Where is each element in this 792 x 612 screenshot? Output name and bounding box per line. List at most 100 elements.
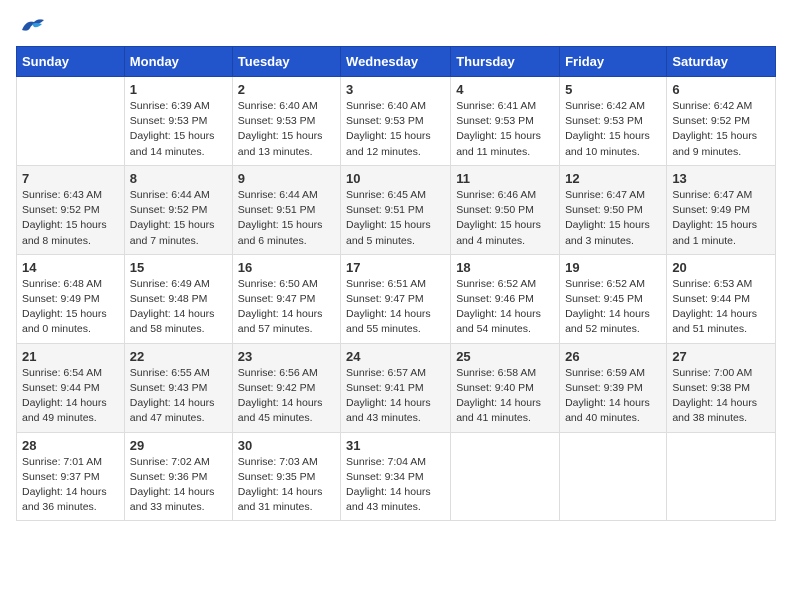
calendar-cell: 8 Sunrise: 6:44 AMSunset: 9:52 PMDaylight…: [124, 165, 232, 254]
day-of-week-friday: Friday: [560, 47, 667, 77]
days-of-week-row: SundayMondayTuesdayWednesdayThursdayFrid…: [17, 47, 776, 77]
day-number: 20: [672, 260, 770, 275]
calendar-cell: [451, 432, 560, 521]
day-number: 2: [238, 82, 335, 97]
calendar-body: 1Sunrise: 6:39 AMSunset: 9:53 PMDaylight…: [17, 77, 776, 521]
day-number: 4: [456, 82, 554, 97]
week-row-3: 14Sunrise: 6:48 AMSunset: 9:49 PMDayligh…: [17, 254, 776, 343]
week-row-5: 28 Sunrise: 7:01 AMSunset: 9:37 PMDayligh…: [17, 432, 776, 521]
day-info: Sunrise: 6:43 AMSunset: 9:52 PMDaylight:…: [22, 188, 119, 249]
calendar-cell: [560, 432, 667, 521]
week-row-1: 1Sunrise: 6:39 AMSunset: 9:53 PMDaylight…: [17, 77, 776, 166]
day-number: 12: [565, 171, 661, 186]
day-info: Sunrise: 6:47 AMSunset: 9:49 PMDaylight:…: [672, 188, 770, 249]
day-info: Sunrise: 6:45 AMSunset: 9:51 PMDaylight:…: [346, 188, 445, 249]
day-number: 8: [130, 171, 227, 186]
day-info: Sunrise: 6:49 AMSunset: 9:48 PMDaylight:…: [130, 277, 227, 338]
day-of-week-wednesday: Wednesday: [341, 47, 451, 77]
calendar-cell: 28 Sunrise: 7:01 AMSunset: 9:37 PMDayligh…: [17, 432, 125, 521]
calendar-cell: 18 Sunrise: 6:52 AMSunset: 9:46 PMDayligh…: [451, 254, 560, 343]
page-header: [16, 16, 776, 38]
day-number: 11: [456, 171, 554, 186]
day-of-week-tuesday: Tuesday: [232, 47, 340, 77]
day-info: Sunrise: 6:59 AMSunset: 9:39 PMDaylight:…: [565, 366, 661, 427]
day-info: Sunrise: 7:00 AMSunset: 9:38 PMDaylight:…: [672, 366, 770, 427]
day-info: Sunrise: 6:52 AMSunset: 9:46 PMDaylight:…: [456, 277, 554, 338]
calendar-cell: 14Sunrise: 6:48 AMSunset: 9:49 PMDayligh…: [17, 254, 125, 343]
day-number: 28: [22, 438, 119, 453]
day-number: 10: [346, 171, 445, 186]
calendar-cell: 1Sunrise: 6:39 AMSunset: 9:53 PMDaylight…: [124, 77, 232, 166]
calendar-cell: 9 Sunrise: 6:44 AMSunset: 9:51 PMDaylight…: [232, 165, 340, 254]
calendar-cell: [667, 432, 776, 521]
day-number: 15: [130, 260, 227, 275]
day-number: 3: [346, 82, 445, 97]
day-number: 23: [238, 349, 335, 364]
day-info: Sunrise: 6:51 AMSunset: 9:47 PMDaylight:…: [346, 277, 445, 338]
calendar-cell: 29 Sunrise: 7:02 AMSunset: 9:36 PMDayligh…: [124, 432, 232, 521]
day-number: 29: [130, 438, 227, 453]
calendar-cell: 26 Sunrise: 6:59 AMSunset: 9:39 PMDayligh…: [560, 343, 667, 432]
day-number: 7: [22, 171, 119, 186]
calendar-cell: 30 Sunrise: 7:03 AMSunset: 9:35 PMDayligh…: [232, 432, 340, 521]
day-number: 13: [672, 171, 770, 186]
day-info: Sunrise: 6:47 AMSunset: 9:50 PMDaylight:…: [565, 188, 661, 249]
day-info: Sunrise: 6:42 AMSunset: 9:52 PMDaylight:…: [672, 99, 770, 160]
day-number: 26: [565, 349, 661, 364]
calendar-cell: 5 Sunrise: 6:42 AMSunset: 9:53 PMDaylight…: [560, 77, 667, 166]
logo: [16, 16, 46, 38]
day-of-week-sunday: Sunday: [17, 47, 125, 77]
calendar-cell: 31 Sunrise: 7:04 AMSunset: 9:34 PMDayligh…: [341, 432, 451, 521]
day-number: 16: [238, 260, 335, 275]
day-of-week-monday: Monday: [124, 47, 232, 77]
day-of-week-saturday: Saturday: [667, 47, 776, 77]
day-info: Sunrise: 6:44 AMSunset: 9:51 PMDaylight:…: [238, 188, 335, 249]
day-number: 31: [346, 438, 445, 453]
day-info: Sunrise: 6:40 AMSunset: 9:53 PMDaylight:…: [238, 99, 335, 160]
day-info: Sunrise: 7:03 AMSunset: 9:35 PMDaylight:…: [238, 455, 335, 516]
day-info: Sunrise: 6:48 AMSunset: 9:49 PMDaylight:…: [22, 277, 119, 338]
day-number: 9: [238, 171, 335, 186]
day-number: 21: [22, 349, 119, 364]
day-info: Sunrise: 7:04 AMSunset: 9:34 PMDaylight:…: [346, 455, 445, 516]
day-info: Sunrise: 6:55 AMSunset: 9:43 PMDaylight:…: [130, 366, 227, 427]
calendar-cell: 24Sunrise: 6:57 AMSunset: 9:41 PMDayligh…: [341, 343, 451, 432]
calendar-cell: 6 Sunrise: 6:42 AMSunset: 9:52 PMDaylight…: [667, 77, 776, 166]
day-info: Sunrise: 6:50 AMSunset: 9:47 PMDaylight:…: [238, 277, 335, 338]
calendar-cell: 23 Sunrise: 6:56 AMSunset: 9:42 PMDayligh…: [232, 343, 340, 432]
day-info: Sunrise: 6:42 AMSunset: 9:53 PMDaylight:…: [565, 99, 661, 160]
day-number: 17: [346, 260, 445, 275]
day-info: Sunrise: 6:52 AMSunset: 9:45 PMDaylight:…: [565, 277, 661, 338]
day-info: Sunrise: 6:56 AMSunset: 9:42 PMDaylight:…: [238, 366, 335, 427]
day-number: 27: [672, 349, 770, 364]
day-number: 6: [672, 82, 770, 97]
calendar-cell: 4 Sunrise: 6:41 AMSunset: 9:53 PMDaylight…: [451, 77, 560, 166]
calendar-cell: 21Sunrise: 6:54 AMSunset: 9:44 PMDayligh…: [17, 343, 125, 432]
day-of-week-thursday: Thursday: [451, 47, 560, 77]
calendar-cell: 19 Sunrise: 6:52 AMSunset: 9:45 PMDayligh…: [560, 254, 667, 343]
calendar-table: SundayMondayTuesdayWednesdayThursdayFrid…: [16, 46, 776, 521]
logo-bird-icon: [18, 16, 46, 38]
day-info: Sunrise: 6:44 AMSunset: 9:52 PMDaylight:…: [130, 188, 227, 249]
calendar-cell: 12 Sunrise: 6:47 AMSunset: 9:50 PMDayligh…: [560, 165, 667, 254]
day-info: Sunrise: 6:46 AMSunset: 9:50 PMDaylight:…: [456, 188, 554, 249]
calendar-cell: 15 Sunrise: 6:49 AMSunset: 9:48 PMDayligh…: [124, 254, 232, 343]
week-row-2: 7 Sunrise: 6:43 AMSunset: 9:52 PMDaylight…: [17, 165, 776, 254]
calendar-cell: [17, 77, 125, 166]
calendar-cell: 7 Sunrise: 6:43 AMSunset: 9:52 PMDaylight…: [17, 165, 125, 254]
day-info: Sunrise: 6:41 AMSunset: 9:53 PMDaylight:…: [456, 99, 554, 160]
calendar-cell: 11 Sunrise: 6:46 AMSunset: 9:50 PMDayligh…: [451, 165, 560, 254]
calendar-cell: 2 Sunrise: 6:40 AMSunset: 9:53 PMDaylight…: [232, 77, 340, 166]
calendar-header: SundayMondayTuesdayWednesdayThursdayFrid…: [17, 47, 776, 77]
day-info: Sunrise: 7:02 AMSunset: 9:36 PMDaylight:…: [130, 455, 227, 516]
week-row-4: 21Sunrise: 6:54 AMSunset: 9:44 PMDayligh…: [17, 343, 776, 432]
day-info: Sunrise: 7:01 AMSunset: 9:37 PMDaylight:…: [22, 455, 119, 516]
day-number: 19: [565, 260, 661, 275]
day-number: 18: [456, 260, 554, 275]
day-number: 1: [130, 82, 227, 97]
day-number: 30: [238, 438, 335, 453]
day-number: 22: [130, 349, 227, 364]
day-number: 5: [565, 82, 661, 97]
calendar-cell: 27 Sunrise: 7:00 AMSunset: 9:38 PMDayligh…: [667, 343, 776, 432]
calendar-cell: 10 Sunrise: 6:45 AMSunset: 9:51 PMDayligh…: [341, 165, 451, 254]
